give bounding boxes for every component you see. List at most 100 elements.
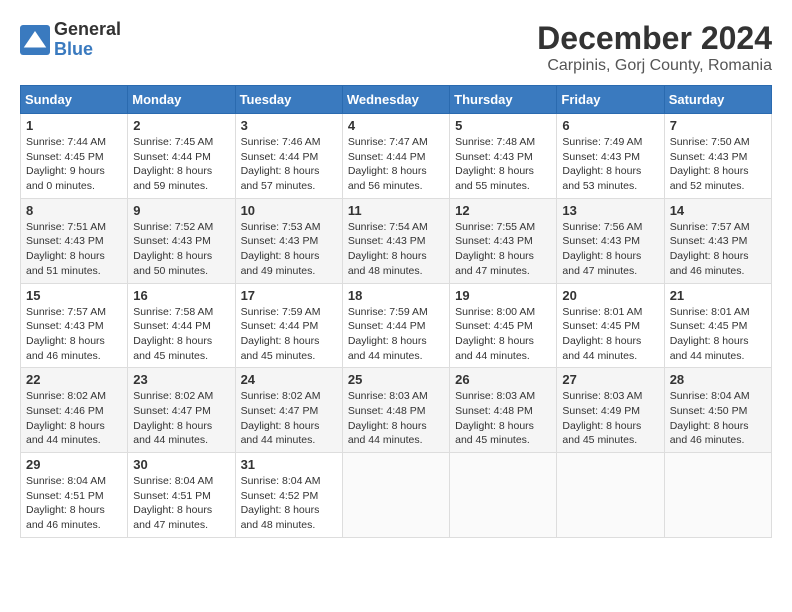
day-number: 10 — [241, 203, 337, 218]
calendar-day-header: Thursday — [450, 86, 557, 114]
calendar-cell: 23Sunrise: 8:02 AMSunset: 4:47 PMDayligh… — [128, 368, 235, 453]
calendar-cell — [664, 453, 771, 538]
calendar-cell: 3Sunrise: 7:46 AMSunset: 4:44 PMDaylight… — [235, 114, 342, 199]
calendar-week-row: 22Sunrise: 8:02 AMSunset: 4:46 PMDayligh… — [21, 368, 772, 453]
day-number: 27 — [562, 372, 658, 387]
month-title: December 2024 — [537, 20, 772, 57]
calendar-day-header: Wednesday — [342, 86, 449, 114]
calendar-cell: 24Sunrise: 8:02 AMSunset: 4:47 PMDayligh… — [235, 368, 342, 453]
day-number: 31 — [241, 457, 337, 472]
day-info: Sunrise: 8:04 AMSunset: 4:50 PMDaylight:… — [670, 389, 766, 448]
calendar-cell: 25 Sunrise: 8:03 AMSunset: 4:48 PMDayligh… — [342, 368, 449, 453]
day-info: Sunrise: 7:54 AMSunset: 4:43 PMDaylight:… — [348, 220, 444, 279]
calendar-cell: 28Sunrise: 8:04 AMSunset: 4:50 PMDayligh… — [664, 368, 771, 453]
day-number: 7 — [670, 118, 766, 133]
day-info: Sunrise: 7:59 AMSunset: 4:44 PMDaylight:… — [241, 305, 337, 364]
day-number: 19 — [455, 288, 551, 303]
calendar-cell: 29 Sunrise: 8:04 AMSunset: 4:51 PMDayligh… — [21, 453, 128, 538]
day-info: Sunrise: 8:04 AMSunset: 4:51 PMDaylight:… — [26, 474, 122, 533]
day-info: Sunrise: 8:04 AMSunset: 4:52 PMDaylight:… — [241, 474, 337, 533]
calendar-cell: 16 Sunrise: 7:58 AMSunset: 4:44 PMDayligh… — [128, 283, 235, 368]
calendar-cell: 7 Sunrise: 7:50 AMSunset: 4:43 PMDaylight… — [664, 114, 771, 199]
day-number: 22 — [26, 372, 122, 387]
calendar-cell: 6 Sunrise: 7:49 AMSunset: 4:43 PMDaylight… — [557, 114, 664, 199]
location-title: Carpinis, Gorj County, Romania — [537, 57, 772, 75]
calendar-week-row: 1Sunrise: 7:44 AMSunset: 4:45 PMDaylight… — [21, 114, 772, 199]
calendar-cell: 21Sunrise: 8:01 AMSunset: 4:45 PMDayligh… — [664, 283, 771, 368]
day-info: Sunrise: 8:04 AMSunset: 4:51 PMDaylight:… — [133, 474, 229, 533]
day-number: 2 — [133, 118, 229, 133]
calendar-cell — [557, 453, 664, 538]
calendar-cell: 1Sunrise: 7:44 AMSunset: 4:45 PMDaylight… — [21, 114, 128, 199]
calendar-cell — [342, 453, 449, 538]
day-number: 13 — [562, 203, 658, 218]
day-info: Sunrise: 7:58 AMSunset: 4:44 PMDaylight:… — [133, 305, 229, 364]
calendar-cell: 26Sunrise: 8:03 AMSunset: 4:48 PMDayligh… — [450, 368, 557, 453]
calendar-day-header: Tuesday — [235, 86, 342, 114]
day-info: Sunrise: 8:03 AMSunset: 4:49 PMDaylight:… — [562, 389, 658, 448]
day-number: 25 — [348, 372, 444, 387]
day-number: 29 — [26, 457, 122, 472]
day-number: 20 — [562, 288, 658, 303]
calendar-table: SundayMondayTuesdayWednesdayThursdayFrid… — [20, 85, 772, 538]
calendar-header-row: SundayMondayTuesdayWednesdayThursdayFrid… — [21, 86, 772, 114]
day-number: 4 — [348, 118, 444, 133]
calendar-cell: 17 Sunrise: 7:59 AMSunset: 4:44 PMDayligh… — [235, 283, 342, 368]
day-info: Sunrise: 7:46 AMSunset: 4:44 PMDaylight:… — [241, 135, 337, 194]
day-number: 9 — [133, 203, 229, 218]
day-number: 6 — [562, 118, 658, 133]
day-info: Sunrise: 8:02 AMSunset: 4:47 PMDaylight:… — [241, 389, 337, 448]
day-number: 11 — [348, 203, 444, 218]
day-info: Sunrise: 8:01 AMSunset: 4:45 PMDaylight:… — [670, 305, 766, 364]
calendar-cell — [450, 453, 557, 538]
day-info: Sunrise: 7:50 AMSunset: 4:43 PMDaylight:… — [670, 135, 766, 194]
logo-general: General — [54, 20, 121, 40]
calendar-cell: 22Sunrise: 8:02 AMSunset: 4:46 PMDayligh… — [21, 368, 128, 453]
day-number: 17 — [241, 288, 337, 303]
day-info: Sunrise: 7:53 AMSunset: 4:43 PMDaylight:… — [241, 220, 337, 279]
calendar-cell: 11 Sunrise: 7:54 AMSunset: 4:43 PMDayligh… — [342, 198, 449, 283]
day-number: 5 — [455, 118, 551, 133]
calendar-cell: 10 Sunrise: 7:53 AMSunset: 4:43 PMDayligh… — [235, 198, 342, 283]
day-info: Sunrise: 7:55 AMSunset: 4:43 PMDaylight:… — [455, 220, 551, 279]
day-info: Sunrise: 7:52 AMSunset: 4:43 PMDaylight:… — [133, 220, 229, 279]
calendar-week-row: 8 Sunrise: 7:51 AMSunset: 4:43 PMDaylight… — [21, 198, 772, 283]
day-info: Sunrise: 7:57 AMSunset: 4:43 PMDaylight:… — [670, 220, 766, 279]
calendar-cell: 4 Sunrise: 7:47 AMSunset: 4:44 PMDaylight… — [342, 114, 449, 199]
day-info: Sunrise: 7:56 AMSunset: 4:43 PMDaylight:… — [562, 220, 658, 279]
day-info: Sunrise: 7:49 AMSunset: 4:43 PMDaylight:… — [562, 135, 658, 194]
calendar-cell: 31 Sunrise: 8:04 AMSunset: 4:52 PMDayligh… — [235, 453, 342, 538]
calendar-cell: 27 Sunrise: 8:03 AMSunset: 4:49 PMDayligh… — [557, 368, 664, 453]
calendar-cell: 9 Sunrise: 7:52 AMSunset: 4:43 PMDaylight… — [128, 198, 235, 283]
logo: General Blue — [20, 20, 121, 60]
calendar-cell: 5Sunrise: 7:48 AMSunset: 4:43 PMDaylight… — [450, 114, 557, 199]
calendar-day-header: Sunday — [21, 86, 128, 114]
day-number: 15 — [26, 288, 122, 303]
calendar-cell: 30 Sunrise: 8:04 AMSunset: 4:51 PMDayligh… — [128, 453, 235, 538]
day-info: Sunrise: 7:57 AMSunset: 4:43 PMDaylight:… — [26, 305, 122, 364]
day-info: Sunrise: 7:51 AMSunset: 4:43 PMDaylight:… — [26, 220, 122, 279]
calendar-week-row: 15 Sunrise: 7:57 AMSunset: 4:43 PMDayligh… — [21, 283, 772, 368]
calendar-week-row: 29 Sunrise: 8:04 AMSunset: 4:51 PMDayligh… — [21, 453, 772, 538]
day-info: Sunrise: 7:45 AMSunset: 4:44 PMDaylight:… — [133, 135, 229, 194]
calendar-cell: 8 Sunrise: 7:51 AMSunset: 4:43 PMDaylight… — [21, 198, 128, 283]
calendar-cell: 12 Sunrise: 7:55 AMSunset: 4:43 PMDayligh… — [450, 198, 557, 283]
day-info: Sunrise: 7:47 AMSunset: 4:44 PMDaylight:… — [348, 135, 444, 194]
calendar-cell: 15 Sunrise: 7:57 AMSunset: 4:43 PMDayligh… — [21, 283, 128, 368]
day-number: 30 — [133, 457, 229, 472]
calendar-day-header: Saturday — [664, 86, 771, 114]
day-number: 18 — [348, 288, 444, 303]
day-number: 16 — [133, 288, 229, 303]
calendar-cell: 18Sunrise: 7:59 AMSunset: 4:44 PMDayligh… — [342, 283, 449, 368]
calendar-cell: 14 Sunrise: 7:57 AMSunset: 4:43 PMDayligh… — [664, 198, 771, 283]
header: General Blue December 2024 Carpinis, Gor… — [20, 20, 772, 75]
day-info: Sunrise: 8:03 AMSunset: 4:48 PMDaylight:… — [348, 389, 444, 448]
day-number: 12 — [455, 203, 551, 218]
calendar-cell: 20Sunrise: 8:01 AMSunset: 4:45 PMDayligh… — [557, 283, 664, 368]
day-info: Sunrise: 7:44 AMSunset: 4:45 PMDaylight:… — [26, 135, 122, 194]
day-info: Sunrise: 8:02 AMSunset: 4:47 PMDaylight:… — [133, 389, 229, 448]
day-number: 26 — [455, 372, 551, 387]
day-number: 8 — [26, 203, 122, 218]
day-number: 14 — [670, 203, 766, 218]
calendar-cell: 2 Sunrise: 7:45 AMSunset: 4:44 PMDaylight… — [128, 114, 235, 199]
